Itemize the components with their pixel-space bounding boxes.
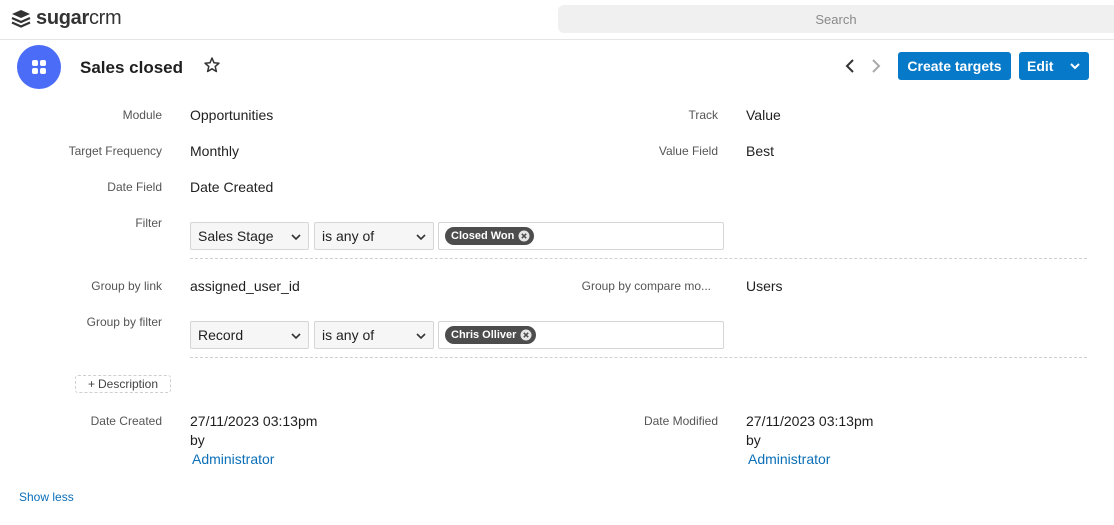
- group-by-compare-value: Users: [746, 278, 783, 294]
- group-filter-field-select[interactable]: Record: [190, 321, 309, 349]
- group-filter-operator-select-value: is any of: [322, 327, 375, 343]
- value-field-value: Best: [746, 143, 775, 159]
- create-targets-button[interactable]: Create targets: [898, 52, 1011, 80]
- section-divider: [190, 258, 1087, 259]
- sugarcube-logo-icon: [11, 9, 31, 28]
- search-input[interactable]: Search: [558, 5, 1114, 33]
- remove-pill-icon[interactable]: [520, 329, 532, 341]
- date-created-label: Date Created: [90, 414, 162, 428]
- add-description-button[interactable]: + Description: [75, 375, 171, 393]
- search-placeholder: Search: [815, 11, 857, 27]
- plus-icon: +: [87, 377, 95, 391]
- filter-operator-select[interactable]: is any of: [314, 222, 434, 250]
- group-by-link-label: Group by link: [91, 279, 162, 293]
- date-created-by: by: [190, 432, 205, 448]
- edit-button[interactable]: Edit: [1019, 52, 1089, 80]
- chevron-left-icon[interactable]: [841, 56, 859, 76]
- group-filter-field-select-value: Record: [198, 327, 244, 343]
- brand-name: sugarcrm: [36, 7, 122, 29]
- track-label: Track: [688, 108, 718, 122]
- sugarcrm-logo[interactable]: sugarcrm: [10, 7, 122, 30]
- top-bar: sugarcrm Search: [0, 0, 1114, 40]
- module-label: Module: [122, 108, 162, 122]
- group-by-link-value: assigned_user_id: [190, 278, 300, 294]
- date-field-value: Date Created: [190, 179, 274, 195]
- module-icon: [17, 45, 61, 89]
- show-less-link[interactable]: Show less: [19, 490, 74, 504]
- chevron-down-icon: [291, 333, 301, 340]
- edit-button-label: Edit: [1027, 58, 1054, 74]
- target-frequency-label: Target Frequency: [68, 144, 162, 158]
- chevron-down-icon: [291, 234, 301, 241]
- chevron-right-icon[interactable]: [867, 56, 885, 76]
- page-title: Sales closed: [80, 58, 184, 77]
- date-modified-user-link[interactable]: Administrator: [748, 451, 830, 467]
- group-by-filter-label: Group by filter: [86, 315, 162, 329]
- date-created-user-link[interactable]: Administrator: [192, 451, 274, 467]
- module-value: Opportunities: [190, 107, 274, 123]
- filter-field-select[interactable]: Sales Stage: [190, 222, 309, 250]
- add-description-label: Description: [97, 377, 159, 391]
- date-field-label: Date Field: [107, 180, 162, 194]
- group-filter-value-pill-label: Chris Olliver: [451, 329, 517, 341]
- filter-operator-select-value: is any of: [322, 228, 375, 244]
- chevron-down-icon: [416, 333, 426, 340]
- group-by-compare-label: Group by compare mo...: [581, 279, 711, 293]
- target-frequency-value: Monthly: [190, 143, 240, 159]
- record-header: Sales closed Create targets Edit: [0, 40, 1114, 92]
- filter-values-input[interactable]: Closed Won: [438, 222, 724, 250]
- group-filter-values-input[interactable]: Chris Olliver: [438, 321, 724, 349]
- chevron-down-icon: [416, 234, 426, 241]
- date-modified-label: Date Modified: [643, 414, 718, 428]
- value-field-label: Value Field: [658, 144, 718, 158]
- track-value: Value: [746, 107, 781, 123]
- date-modified-value: 27/11/2023 03:13pm: [746, 413, 874, 429]
- chevron-down-icon[interactable]: [1069, 60, 1081, 72]
- filter-field-select-value: Sales Stage: [198, 228, 274, 244]
- star-icon[interactable]: [203, 56, 221, 74]
- section-divider: [190, 357, 1087, 358]
- date-modified-by: by: [746, 432, 761, 448]
- filter-value-pill-label: Closed Won: [451, 230, 515, 242]
- group-filter-value-pill[interactable]: Chris Olliver: [445, 326, 537, 344]
- filter-value-pill[interactable]: Closed Won: [445, 227, 535, 245]
- group-filter-operator-select[interactable]: is any of: [314, 321, 434, 349]
- date-created-value: 27/11/2023 03:13pm: [190, 413, 318, 429]
- remove-pill-icon[interactable]: [518, 230, 530, 242]
- filter-label: Filter: [135, 216, 162, 230]
